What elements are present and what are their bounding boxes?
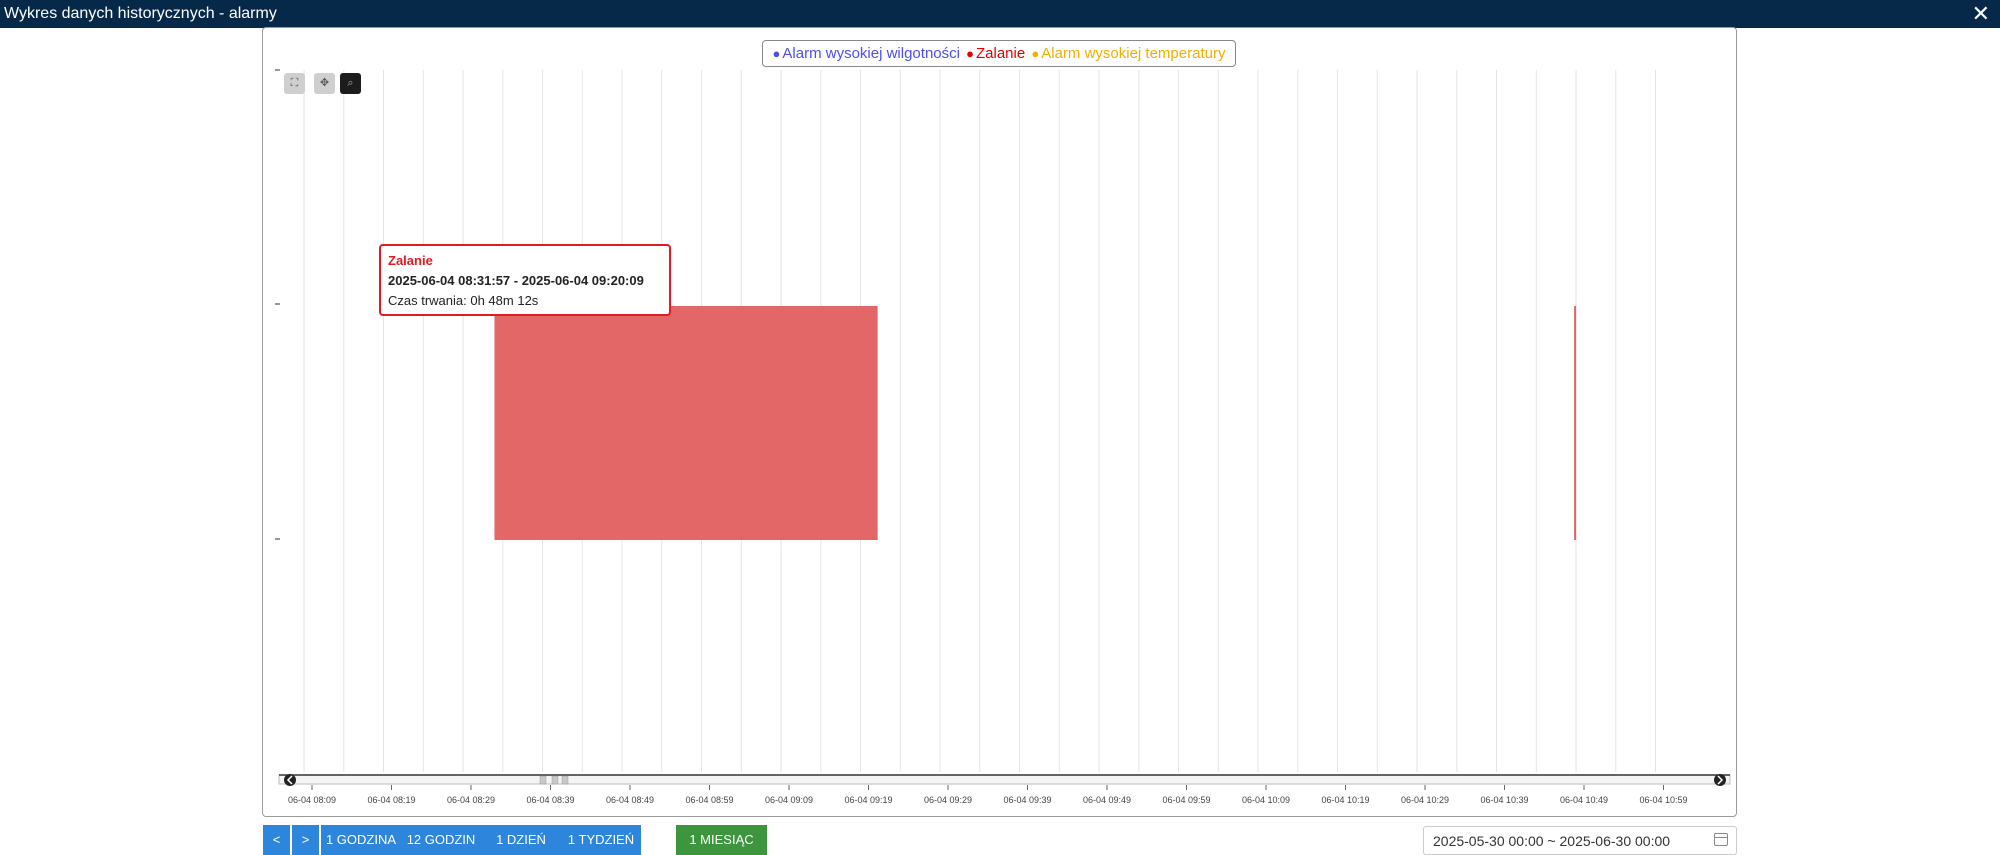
x-tick-label: 06-04 08:29 bbox=[447, 795, 495, 805]
slider-left-handle bbox=[284, 774, 296, 786]
range-1-day-button[interactable]: 1 DZIEŃ bbox=[481, 825, 561, 855]
x-tick-label: 06-04 08:19 bbox=[367, 795, 415, 805]
x-tick-label: 06-04 10:09 bbox=[1242, 795, 1290, 805]
range-1-week-button[interactable]: 1 TYDZIEŃ bbox=[561, 825, 641, 855]
x-tick-label: 06-04 08:39 bbox=[526, 795, 574, 805]
x-tick-label: 06-04 09:49 bbox=[1083, 795, 1131, 805]
legend-item-flood[interactable]: ● Zalanie bbox=[966, 41, 1025, 66]
slider-mark bbox=[561, 775, 569, 785]
chart-tooltip: Zalanie 2025-06-04 08:31:57 - 2025-06-04… bbox=[379, 244, 671, 316]
next-button[interactable]: > bbox=[292, 825, 319, 855]
legend-item-temperature[interactable]: ● Alarm wysokiej temperatury bbox=[1031, 41, 1225, 66]
zoom-icon[interactable]: ⌕ bbox=[340, 73, 361, 94]
prev-button[interactable]: < bbox=[263, 825, 290, 855]
legend-dot-flood: ● bbox=[966, 46, 974, 61]
slider-track bbox=[278, 774, 1731, 785]
x-tick-label: 06-04 09:09 bbox=[765, 795, 813, 805]
x-tick-label: 06-04 09:29 bbox=[924, 795, 972, 805]
tooltip-duration: Czas trwania: 0h 48m 12s bbox=[388, 293, 539, 308]
calendar-icon[interactable] bbox=[1714, 833, 1728, 846]
alarm-bar bbox=[1574, 306, 1577, 540]
x-tick-label: 06-04 09:19 bbox=[844, 795, 892, 805]
x-tick-label: 06-04 09:39 bbox=[1003, 795, 1051, 805]
x-tick-label: 06-04 08:09 bbox=[288, 795, 336, 805]
legend-dot-humidity: ● bbox=[772, 46, 781, 61]
slider-mark bbox=[551, 775, 559, 785]
zoom-slider bbox=[278, 774, 1731, 786]
date-range-picker[interactable]: 2025-05-30 00:00 ~ 2025-06-30 00:00 bbox=[1423, 826, 1737, 855]
x-tick-label: 06-04 08:49 bbox=[606, 795, 654, 805]
tooltip-range: 2025-06-04 08:31:57 - 2025-06-04 09:20:0… bbox=[388, 273, 644, 288]
legend-label-flood: Zalanie bbox=[976, 45, 1026, 62]
x-tick-label: 06-04 10:19 bbox=[1321, 795, 1369, 805]
x-axis-labels: 06-04 08:09 06-04 08:19 06-04 08:29 06-04 0… bbox=[288, 785, 1688, 805]
x-tick-label: 06-04 09:59 bbox=[1162, 795, 1210, 805]
slider-mark bbox=[539, 775, 547, 785]
alarm-chart: 06-04 08:09 06-04 08:19 06-04 08:29 06-04 0… bbox=[275, 69, 1731, 805]
slider-right-handle bbox=[1714, 774, 1726, 786]
range-1-month-button[interactable]: 1 MIESIĄC bbox=[676, 825, 767, 855]
chart-legend: ● Alarm wysokiej wilgotności ● Zalanie ● Al… bbox=[762, 40, 1236, 67]
y-axis-ticks bbox=[275, 69, 280, 540]
pan-icon[interactable]: ✥ bbox=[314, 73, 335, 94]
tooltip-series: Zalanie bbox=[388, 253, 433, 268]
date-range-value: 2025-05-30 00:00 ~ 2025-06-30 00:00 bbox=[1433, 833, 1671, 849]
x-tick-label: 06-04 10:39 bbox=[1480, 795, 1528, 805]
x-tick-label: 06-04 08:59 bbox=[685, 795, 733, 805]
legend-label-temperature: Alarm wysokiej temperatury bbox=[1041, 45, 1226, 62]
alarm-bar bbox=[494, 306, 878, 540]
range-1-hour-button[interactable]: 1 GODZINA bbox=[321, 825, 401, 855]
fullscreen-icon[interactable]: ⛶ bbox=[284, 73, 305, 94]
chart-series-bars bbox=[494, 306, 1577, 540]
legend-item-humidity[interactable]: ● Alarm wysokiej wilgotności bbox=[773, 41, 960, 66]
legend-label-humidity: Alarm wysokiej wilgotności bbox=[782, 45, 960, 62]
range-12-hours-button[interactable]: 12 GODZIN bbox=[401, 825, 481, 855]
x-tick-label: 06-04 10:59 bbox=[1639, 795, 1687, 805]
x-tick-label: 06-04 10:29 bbox=[1401, 795, 1449, 805]
legend-dot-temperature: ● bbox=[1031, 46, 1040, 61]
x-tick-label: 06-04 10:49 bbox=[1560, 795, 1608, 805]
